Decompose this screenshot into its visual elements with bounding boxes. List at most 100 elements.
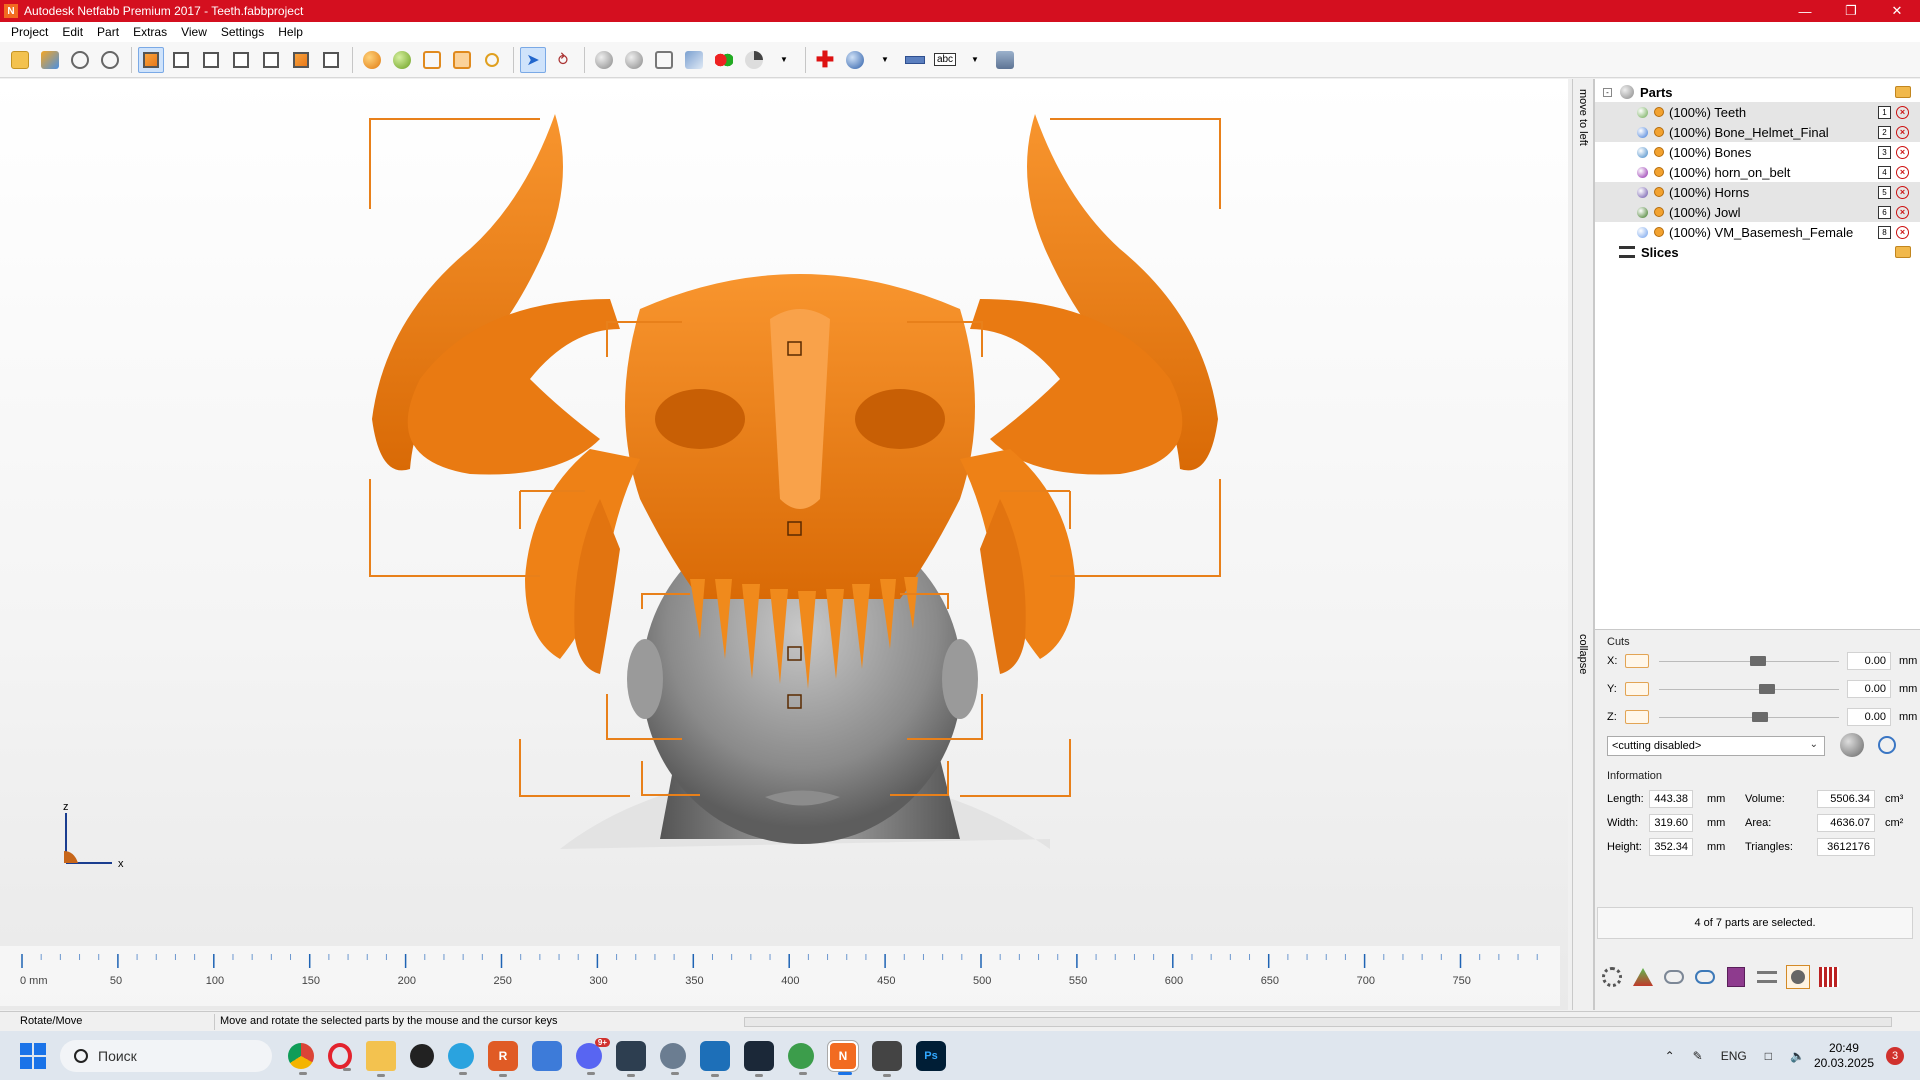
chevron-up-icon[interactable]: ⌃ — [1665, 1049, 1675, 1063]
part-row[interactable]: (100%) Jowl 6 × — [1595, 202, 1920, 222]
part-index-box[interactable]: 6 — [1878, 205, 1891, 219]
select-tool-button[interactable]: ➤ — [520, 46, 546, 73]
windows-start-button[interactable] — [20, 1042, 46, 1069]
discord-taskbar-icon[interactable]: 9+ — [576, 1037, 610, 1075]
menu-help[interactable]: Help — [271, 25, 310, 39]
parts-root-row[interactable]: - Parts — [1595, 82, 1920, 102]
revit-taskbar-icon[interactable]: R — [488, 1040, 518, 1077]
menu-edit[interactable]: Edit — [55, 25, 90, 39]
remove-part-icon[interactable]: × — [1896, 185, 1909, 199]
texture-button[interactable] — [389, 47, 415, 73]
support-grid-tool-button[interactable] — [1817, 965, 1841, 989]
remove-part-icon[interactable]: × — [1896, 165, 1909, 179]
visibility-eye-icon[interactable] — [1654, 107, 1664, 117]
minimize-button[interactable]: — — [1782, 0, 1828, 22]
notification-badge[interactable]: 3 — [1886, 1046, 1904, 1065]
cut-enable-toggle[interactable] — [1625, 654, 1649, 668]
section-button[interactable] — [741, 47, 767, 73]
report-tool-button[interactable] — [1724, 965, 1748, 989]
taskbar-search[interactable]: Поиск — [60, 1039, 272, 1072]
visibility-eye-icon[interactable] — [1654, 207, 1664, 217]
visibility-eye-icon[interactable] — [1654, 127, 1664, 137]
layers-tool-button[interactable] — [1755, 965, 1779, 989]
visibility-eye-icon[interactable] — [1654, 147, 1664, 157]
settings-taskbar-icon[interactable] — [660, 1042, 686, 1075]
part-row[interactable]: (100%) Teeth 1 × — [1595, 102, 1920, 122]
maps-taskbar-icon[interactable] — [788, 1042, 814, 1075]
add-support-button[interactable]: ✚ — [812, 47, 838, 73]
wireframe-button[interactable] — [681, 47, 707, 73]
view-right-button[interactable] — [258, 47, 284, 73]
part-index-box[interactable]: 1 — [1878, 105, 1891, 119]
move-to-left-tab[interactable]: move to left — [1577, 89, 1589, 146]
cut-value-input[interactable]: 0.00 — [1847, 680, 1891, 698]
netfabb-taskbar-icon[interactable]: N — [827, 1039, 859, 1075]
remove-part-icon[interactable]: × — [1896, 125, 1909, 139]
remove-part-icon[interactable]: × — [1896, 145, 1909, 159]
menu-settings[interactable]: Settings — [214, 25, 271, 39]
remove-part-icon[interactable]: × — [1896, 225, 1909, 239]
sync-tool-button[interactable] — [1662, 965, 1686, 989]
scale-button[interactable] — [651, 47, 677, 73]
person-button[interactable] — [992, 47, 1018, 73]
zoom-selection-button[interactable] — [449, 47, 475, 73]
open-folder-icon[interactable] — [1895, 86, 1911, 98]
menu-part[interactable]: Part — [90, 25, 126, 39]
cut-enable-toggle[interactable] — [1625, 710, 1649, 724]
platform-add-button[interactable] — [97, 47, 123, 73]
chrome-taskbar-icon[interactable] — [288, 1042, 314, 1075]
pen-icon[interactable]: ✎ — [1693, 1049, 1703, 1063]
remove-part-icon[interactable]: × — [1896, 205, 1909, 219]
open-folder-icon[interactable] — [1895, 246, 1911, 258]
cut-enable-toggle[interactable] — [1625, 682, 1649, 696]
part-row[interactable]: (100%) Horns 5 × — [1595, 182, 1920, 202]
menu-extras[interactable]: Extras — [126, 25, 174, 39]
visibility-eye-icon[interactable] — [1654, 167, 1664, 177]
visibility-eye-icon[interactable] — [1654, 227, 1664, 237]
view-top-button[interactable] — [288, 47, 314, 73]
image-viewer-taskbar-icon[interactable] — [700, 1040, 730, 1077]
platform-view-button[interactable] — [67, 47, 93, 73]
speaker-icon[interactable]: 🔈 — [1790, 1049, 1805, 1063]
open-project-button[interactable] — [7, 47, 33, 73]
cut-slider-thumb[interactable] — [1751, 712, 1768, 722]
part-index-box[interactable]: 2 — [1878, 125, 1891, 139]
shading-button[interactable] — [359, 47, 385, 73]
notepad-taskbar-icon[interactable] — [532, 1040, 562, 1071]
cut-slider-thumb[interactable] — [1750, 656, 1766, 666]
taskbar-clock[interactable]: 20:49 20.03.2025 — [1814, 1041, 1874, 1071]
remove-part-icon[interactable]: × — [1896, 105, 1909, 119]
repair-tool-button[interactable] — [1600, 965, 1624, 989]
part-row[interactable]: (100%) Bone_Helmet_Final 2 × — [1595, 122, 1920, 142]
view-back-button[interactable] — [198, 47, 224, 73]
ruler-button[interactable] — [902, 47, 928, 73]
language-indicator[interactable]: ENG — [1721, 1049, 1747, 1063]
zoom-fit-button[interactable] — [419, 47, 445, 73]
measure-button[interactable] — [842, 47, 868, 73]
part-row[interactable]: (100%) VM_Basemesh_Female 8 × — [1595, 222, 1920, 242]
label-button[interactable]: abc — [932, 47, 958, 73]
view-perspective-button[interactable] — [138, 46, 164, 73]
cut-slider-track[interactable] — [1659, 717, 1839, 718]
part-index-box[interactable]: 5 — [1878, 185, 1891, 199]
part-index-box[interactable]: 3 — [1878, 145, 1891, 159]
steam-taskbar-icon[interactable] — [744, 1040, 774, 1077]
measure-dropdown[interactable]: ▼ — [872, 47, 898, 73]
vpn-taskbar-icon[interactable] — [410, 1043, 434, 1068]
menu-view[interactable]: View — [174, 25, 214, 39]
label-dropdown[interactable]: ▼ — [962, 47, 988, 73]
slices-root-row[interactable]: Slices — [1595, 242, 1920, 262]
cut-execute-button[interactable] — [1840, 733, 1864, 757]
cut-slider-track[interactable] — [1659, 689, 1839, 690]
cut-value-input[interactable]: 0.00 — [1847, 652, 1891, 670]
menu-project[interactable]: Project — [4, 25, 55, 39]
telegram-taskbar-icon[interactable] — [448, 1042, 474, 1075]
cutting-mode-select[interactable]: <cutting disabled> ⌄ — [1607, 736, 1825, 756]
mesh-button[interactable] — [621, 47, 647, 73]
collapse-tab[interactable]: collapse — [1577, 634, 1589, 674]
photoshop-taskbar-icon[interactable]: Ps — [916, 1040, 946, 1071]
cut-refresh-button[interactable] — [1878, 736, 1896, 754]
part-index-box[interactable]: 8 — [1878, 225, 1891, 239]
cut-slider-track[interactable] — [1659, 661, 1839, 662]
file-explorer-taskbar-icon[interactable] — [366, 1040, 396, 1077]
